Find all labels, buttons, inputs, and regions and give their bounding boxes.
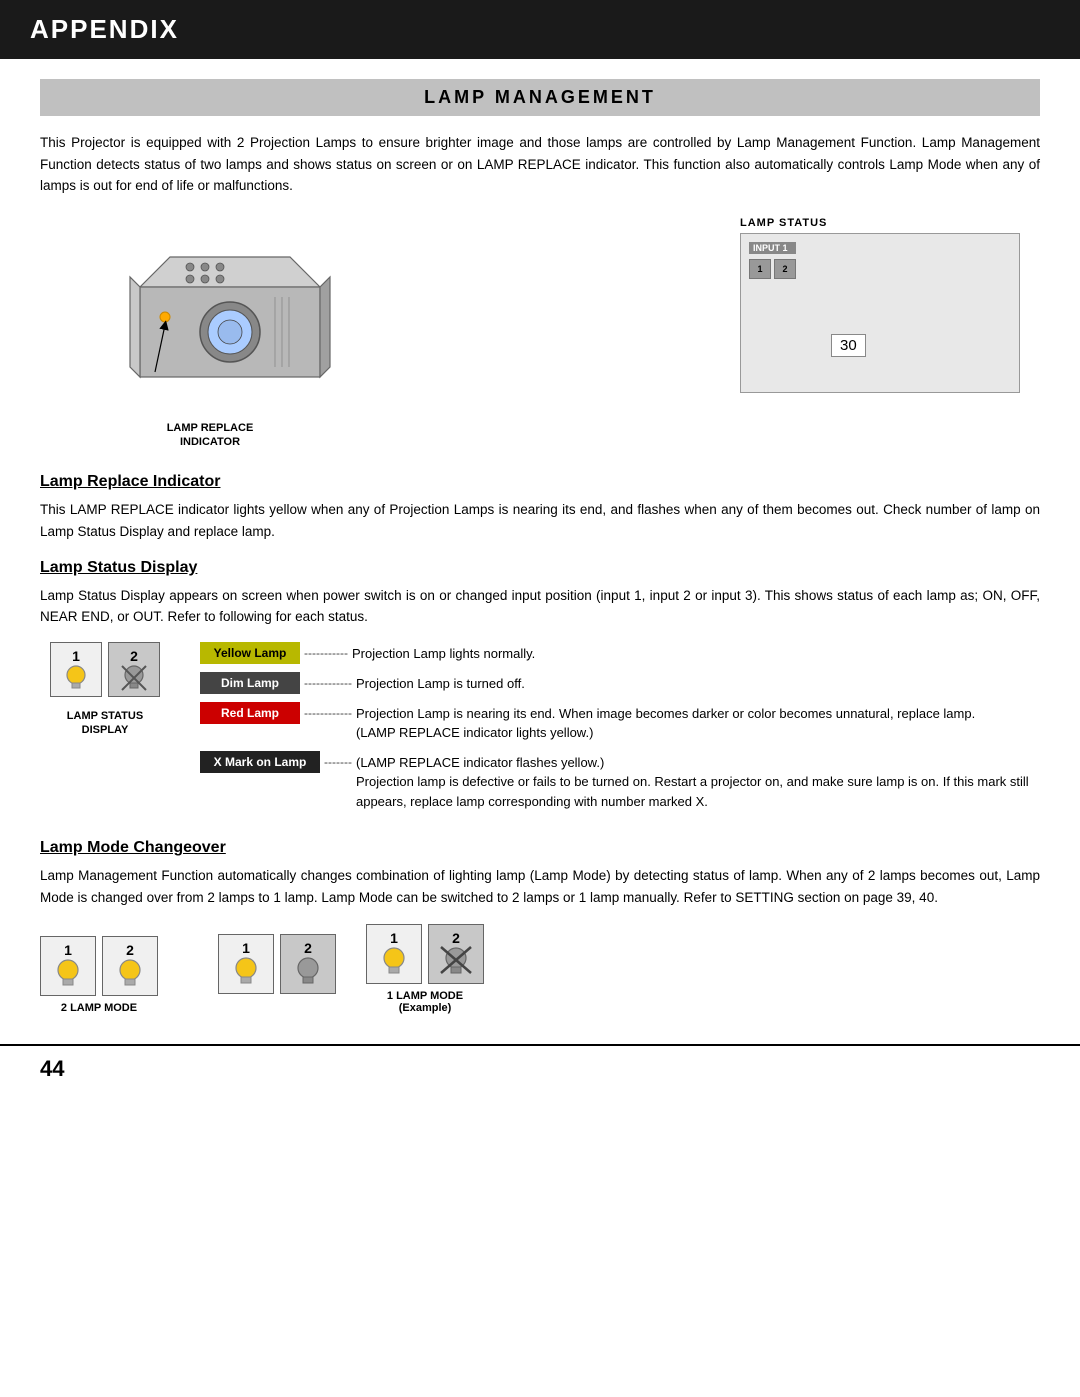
red-lamp-text: Projection Lamp is nearing its end. When… — [356, 702, 975, 743]
lamp-mode-1b-icons: 1 2 — [366, 924, 484, 984]
lamp-mode-section: Lamp Mode Changeover Lamp Management Fun… — [40, 839, 1040, 1014]
lamp-status-title: LAMP STATUS — [740, 217, 827, 229]
lamp-status-content: 1 2 — [40, 642, 1040, 820]
lamp-2-number: 2 — [130, 649, 138, 663]
mode2-lamp2: 2 — [102, 936, 158, 996]
lamp-display-graphic: 1 2 — [40, 642, 170, 738]
lamp-status-text: Lamp Status Display appears on screen wh… — [40, 585, 1040, 628]
appendix-title: APPENDIX — [30, 14, 179, 45]
mode1a-lamp1-svg — [229, 955, 263, 985]
lamp-mode-2-group: 1 2 2 LAMP MODE — [40, 936, 158, 1014]
yellow-lamp-badge: Yellow Lamp — [200, 642, 300, 664]
yellow-lamp-text: Projection Lamp lights normally. — [352, 642, 535, 664]
mode1a-lamp2: 2 — [280, 934, 336, 994]
mode1b-lamp1-num: 1 — [390, 931, 398, 945]
mode1a-lamp2-num: 2 — [304, 941, 312, 955]
lamp-replace-text: This LAMP REPLACE indicator lights yello… — [40, 499, 1040, 542]
lamp-mode-1a-group: 1 2 — [218, 934, 336, 1014]
mode1a-lamp2-svg — [291, 955, 325, 985]
mode1a-lamp1-num: 1 — [242, 941, 250, 955]
lamp-status-number: 30 — [831, 334, 866, 357]
mode1b-lamp2: 2 — [428, 924, 484, 984]
red-lamp-dashes: ------------ — [304, 702, 352, 724]
lamp-mode-heading: Lamp Mode Changeover — [40, 839, 1040, 857]
legend-row-xmark: X Mark on Lamp ------- (LAMP REPLACE ind… — [200, 751, 1040, 812]
lamp-mode-2-icons: 1 2 — [40, 936, 158, 996]
lamp-replace-heading: Lamp Replace Indicator — [40, 473, 1040, 491]
lamp-mode-diagrams: 1 2 2 LAMP MODE — [40, 924, 1040, 1014]
dim-lamp-dashes: ------------ — [304, 672, 352, 694]
lamp-mode-text: Lamp Management Function automatically c… — [40, 865, 1040, 908]
lamp-replace-indicator-label: LAMP REPLACE INDICATOR — [167, 421, 254, 450]
lamp-status-heading: Lamp Status Display — [40, 559, 1040, 577]
lamp-mode-1b-group: 1 2 — [366, 924, 484, 1014]
main-content: LAMP MANAGEMENT This Projector is equipp… — [0, 59, 1080, 1044]
mode1b-lamp2-svg — [439, 945, 473, 975]
projector-diagram: LAMP REPLACE INDICATOR — [40, 217, 380, 450]
xmark-lamp-text: (LAMP REPLACE indicator flashes yellow.)… — [356, 751, 1040, 812]
lamp-2-icon: 2 — [108, 642, 160, 697]
lamp-1-bulb-svg — [61, 663, 91, 691]
lamp-1-number: 1 — [72, 649, 80, 663]
dim-lamp-badge: Dim Lamp — [200, 672, 300, 694]
lamp-1-icon: 1 — [50, 642, 102, 697]
lamp-status-section: Lamp Status Display Lamp Status Display … — [40, 559, 1040, 820]
mode2-lamp2-num: 2 — [126, 943, 134, 957]
mode1a-lamp1: 1 — [218, 934, 274, 994]
section-title-bar: LAMP MANAGEMENT — [40, 79, 1040, 116]
dim-lamp-text: Projection Lamp is turned off. — [356, 672, 525, 694]
section-title: LAMP MANAGEMENT — [48, 87, 1032, 108]
lamp-mode-1-label: 1 LAMP MODE (Example) — [387, 990, 463, 1014]
lamp-status-box: INPUT 1 1 2 30 — [740, 233, 1020, 393]
lamp-status-diagram: LAMP STATUS INPUT 1 1 2 30 — [740, 217, 1040, 393]
projector-svg — [50, 217, 370, 417]
lamp-icons-row: 1 2 — [50, 642, 160, 697]
mode2-lamp1-svg — [51, 957, 85, 987]
mode2-lamp1-num: 1 — [64, 943, 72, 957]
red-lamp-badge: Red Lamp — [200, 702, 300, 724]
mode2-lamp1: 1 — [40, 936, 96, 996]
mode1b-lamp1-svg — [377, 945, 411, 975]
mode2-lamp2-svg — [113, 957, 147, 987]
legend-row-dim: Dim Lamp ------------ Projection Lamp is… — [200, 672, 1040, 694]
page-footer: 44 — [0, 1044, 1080, 1092]
lamp-mode-2-label: 2 LAMP MODE — [61, 1002, 137, 1014]
legend-row-yellow: Yellow Lamp ----------- Projection Lamp … — [200, 642, 1040, 664]
diagrams-row: LAMP REPLACE INDICATOR LAMP STATUS INPUT… — [40, 217, 1040, 450]
yellow-lamp-dashes: ----------- — [304, 642, 348, 664]
lamp-mode-1-groups: 1 2 — [218, 924, 484, 1014]
lamp-status-display-label: LAMP STATUS DISPLAY — [67, 709, 143, 738]
xmark-lamp-dashes: ------- — [324, 751, 352, 773]
mode1b-lamp2-num: 2 — [452, 931, 460, 945]
page-number: 44 — [40, 1056, 64, 1082]
lamp-replace-section: Lamp Replace Indicator This LAMP REPLACE… — [40, 473, 1040, 542]
lamp-mode-1a-icons: 1 2 — [218, 934, 336, 994]
page-header: APPENDIX — [0, 0, 1080, 59]
legend-row-red: Red Lamp ------------ Projection Lamp is… — [200, 702, 1040, 743]
projector-illustration — [50, 217, 370, 417]
xmark-lamp-badge: X Mark on Lamp — [200, 751, 320, 773]
intro-paragraph: This Projector is equipped with 2 Projec… — [40, 132, 1040, 197]
legend-table: Yellow Lamp ----------- Projection Lamp … — [200, 642, 1040, 820]
mode1b-lamp1: 1 — [366, 924, 422, 984]
lamp-2-bulb-svg — [119, 663, 149, 691]
